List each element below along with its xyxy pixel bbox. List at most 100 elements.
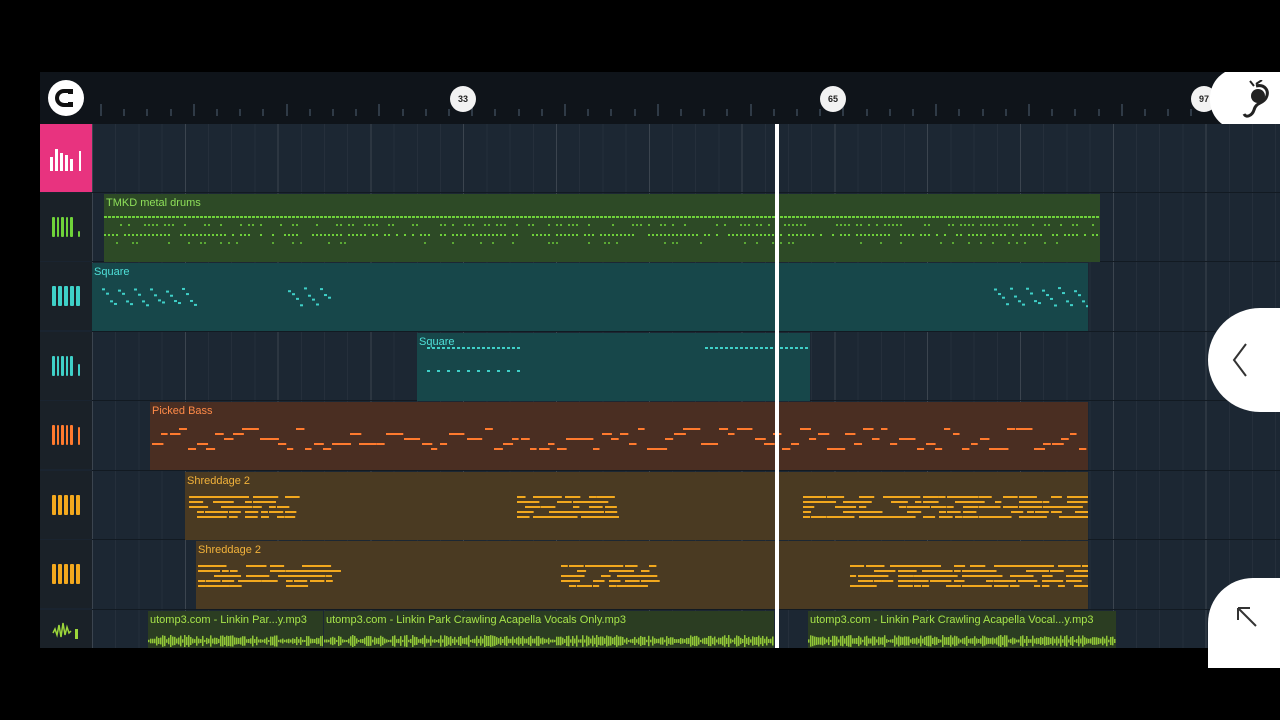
audio-clip-1[interactable]: utomp3.com - Linkin Par...y.mp3 [148,611,323,648]
note [189,501,204,503]
ruler-ticks [100,100,1280,120]
note [440,216,443,218]
track-header-bass[interactable] [40,401,92,469]
note [593,585,600,587]
note [413,438,421,440]
note [1016,216,1019,218]
pattern-clip-drums[interactable]: TMKD metal drums [104,194,1100,262]
note [556,224,558,226]
bar-marker-65[interactable]: 65 [820,86,846,112]
note [760,224,762,226]
note [538,636,540,646]
note [158,638,160,644]
note [198,638,200,644]
note [222,570,229,572]
note [618,636,620,646]
note [214,585,230,587]
notes [189,496,1088,518]
note [292,224,294,226]
note [1076,639,1078,643]
note [724,635,726,647]
ruler-tick [1097,109,1100,116]
note [152,224,154,226]
note [1074,290,1077,293]
note [584,234,586,236]
note [548,637,550,645]
note [204,639,206,643]
note [670,637,672,645]
note [600,636,602,646]
pattern-clip-square-1[interactable]: Square [92,263,1088,331]
pattern-clip-guitar-1[interactable]: Shreddage 2 [185,472,1088,540]
track-header-guitar-2[interactable] [40,540,92,608]
note [754,637,756,645]
note [940,639,942,643]
note [952,637,954,645]
note [212,216,215,218]
note [568,234,570,236]
note [480,216,483,218]
bar-marker-33[interactable]: 33 [450,86,476,112]
note [746,428,753,430]
note [238,638,240,644]
note [736,216,739,218]
fl-menu-button[interactable] [1210,72,1280,130]
track-header-drums[interactable] [40,193,92,261]
note [844,638,846,644]
timeline-ruler[interactable]: 33 65 97 [40,72,1280,130]
note [1083,496,1088,498]
track-header-square-1[interactable] [40,262,92,330]
note [252,216,255,218]
note [114,302,117,305]
note [1092,216,1095,218]
audio-clip-3[interactable]: utomp3.com - Linkin Park Crawling Acapel… [808,611,1116,648]
note [368,216,371,218]
note [760,347,763,349]
ruler-tick [1074,109,1077,116]
pattern-clip-guitar-2[interactable]: Shreddage 2 [196,541,1088,609]
note [328,242,330,244]
note [316,637,318,645]
note [197,506,209,508]
track-header-square-2[interactable] [40,332,92,400]
note [596,216,599,218]
note [516,637,518,645]
note [1000,216,1003,218]
note [714,636,716,646]
note [605,516,619,518]
note [396,639,398,643]
note [916,216,919,218]
note [748,216,751,218]
note [850,565,865,567]
note [805,347,808,349]
note [824,637,826,645]
note [336,216,339,218]
track-header-guitar-1[interactable] [40,471,92,539]
note [614,636,616,646]
note [416,224,418,226]
note [827,501,837,503]
note [616,216,619,218]
note [206,570,221,572]
note [755,347,758,349]
snap-button[interactable] [48,80,84,116]
note [504,636,506,646]
note [800,216,803,218]
track-header-master[interactable] [40,124,92,192]
pattern-clip-square-2[interactable]: Square [417,333,810,401]
note [930,565,942,567]
note [832,234,834,236]
note [818,433,830,435]
note [620,216,623,218]
note [1036,216,1039,218]
note [630,639,632,643]
audio-clip-2[interactable]: utomp3.com - Linkin Park Crawling Acapel… [324,611,774,648]
note [850,635,852,647]
pattern-clip-bass[interactable]: Picked Bass [150,402,1088,470]
note [1066,635,1068,647]
note [356,216,359,218]
note [780,347,783,349]
playhead[interactable] [775,124,779,648]
track-header-audio[interactable] [40,610,92,648]
note [316,224,318,226]
